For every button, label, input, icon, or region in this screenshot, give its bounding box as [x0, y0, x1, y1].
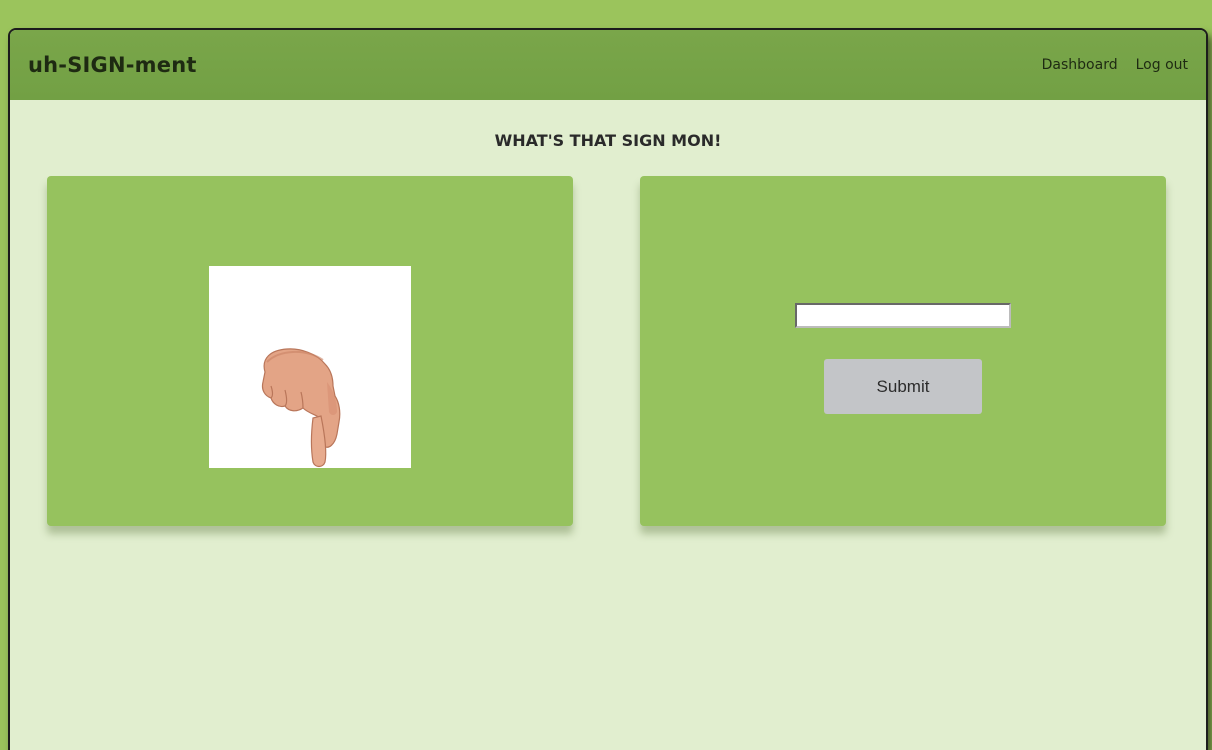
- nav-link-log-out[interactable]: Log out: [1136, 57, 1188, 73]
- page-heading: WHAT'S THAT SIGN MON!: [494, 131, 722, 150]
- nav-link-dashboard[interactable]: Dashboard: [1042, 57, 1118, 73]
- submit-button[interactable]: Submit: [824, 359, 982, 414]
- nav-links: Dashboard Log out: [1042, 57, 1188, 73]
- answer-input[interactable]: [795, 303, 1011, 328]
- hand-pointing-down-icon: [261, 348, 341, 468]
- app-window: uh-SIGN-ment Dashboard Log out WHAT'S TH…: [8, 28, 1208, 750]
- answer-card: Submit: [640, 176, 1166, 526]
- hand-sign-image: [209, 266, 411, 468]
- brand-logo[interactable]: uh-SIGN-ment: [28, 53, 197, 77]
- sign-card: [47, 176, 573, 526]
- navbar: uh-SIGN-ment Dashboard Log out: [10, 30, 1206, 100]
